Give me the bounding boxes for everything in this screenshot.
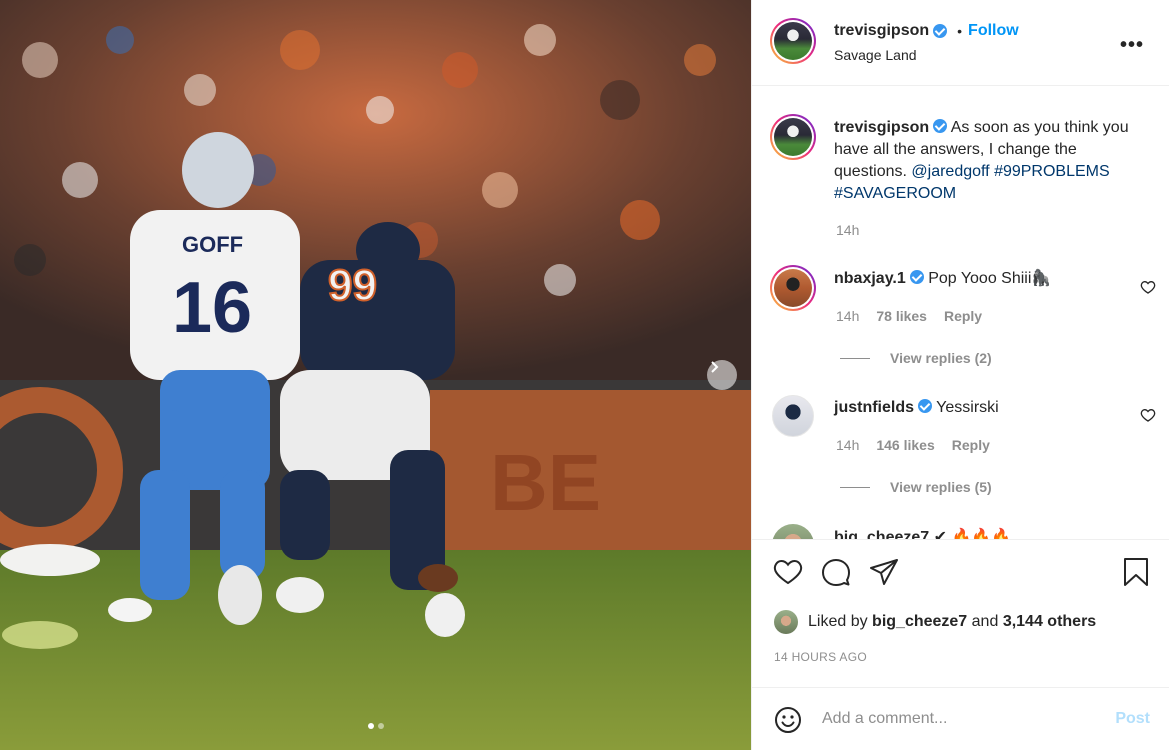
caption-avatar[interactable]: [770, 114, 816, 160]
svg-text:99: 99: [328, 261, 377, 310]
header-separator: •: [957, 23, 963, 39]
add-comment-bar: Post: [752, 687, 1169, 750]
post-header: trevisgipson • Follow Savage Land •••: [752, 0, 1169, 86]
svg-text:16: 16: [172, 268, 252, 348]
view-replies-label: View replies (2): [890, 350, 992, 366]
chevron-right-icon: [711, 361, 719, 373]
caption-username[interactable]: trevisgipson: [834, 119, 929, 136]
save-bookmark-icon[interactable]: [1120, 556, 1152, 588]
post-actions: Liked by big_cheeze7 and 3,144 others 14…: [752, 539, 1169, 687]
liked-by-user[interactable]: big_cheeze7: [872, 613, 967, 631]
liked-by-others[interactable]: 3,144 others: [1003, 613, 1096, 631]
more-options-icon[interactable]: •••: [1120, 34, 1144, 57]
verified-badge-icon: [909, 270, 924, 284]
liked-by-summary: Liked by big_cheeze7 and 3,144 others: [774, 610, 1096, 634]
follow-button[interactable]: Follow: [968, 22, 1019, 40]
liked-by-avatar[interactable]: [774, 610, 798, 634]
comment-avatar[interactable]: [772, 524, 814, 539]
comment-username[interactable]: justnfields: [834, 399, 914, 416]
verified-badge-icon: [933, 24, 948, 38]
svg-text:GOFF: GOFF: [182, 232, 243, 257]
comment-meta: 14h 78 likes Reply: [836, 308, 982, 324]
caption-mention[interactable]: @jaredgoff: [911, 163, 989, 180]
post-photo[interactable]: BE GOFF 16 99: [0, 0, 751, 750]
view-replies-label: View replies (5): [890, 479, 992, 495]
carousel-indicator: [0, 723, 751, 729]
comment-likes[interactable]: 78 likes: [876, 308, 927, 324]
carousel-dot-active: [367, 723, 374, 729]
replies-divider: [840, 357, 870, 359]
comment-avatar[interactable]: [772, 395, 814, 437]
liked-by-prefix: Liked by: [808, 613, 868, 630]
comment-avatar[interactable]: [770, 265, 816, 311]
caption-time[interactable]: 14h: [836, 222, 859, 238]
comment-time[interactable]: 14h: [836, 437, 859, 453]
comment-username[interactable]: nbaxjay.1: [834, 270, 906, 287]
share-send-icon[interactable]: [868, 556, 900, 588]
comment-text: nbaxjay.1 Pop Yooo Shiii🦍: [834, 268, 1154, 290]
comment-reply-button[interactable]: Reply: [944, 308, 982, 324]
like-comment-heart-icon[interactable]: [1140, 407, 1156, 423]
comment-body: Pop Yooo Shiii🦍: [928, 270, 1052, 287]
post-timestamp[interactable]: 14 HOURS AGO: [774, 650, 867, 664]
carousel-next-button[interactable]: [707, 360, 737, 390]
comment-bubble-icon[interactable]: [820, 556, 852, 588]
carousel-dot: [377, 723, 384, 729]
post-location[interactable]: Savage Land: [834, 47, 917, 63]
liked-by-and: and: [971, 613, 999, 630]
comment-body: Yessirski: [936, 399, 999, 416]
caption-hashtag-99problems[interactable]: #99PROBLEMS: [994, 163, 1110, 180]
svg-text:BE: BE: [490, 438, 601, 527]
caption-meta: 14h: [836, 222, 859, 238]
author-avatar[interactable]: [770, 18, 816, 64]
comment-text: justnfields Yessirski: [834, 397, 1154, 419]
comment-meta: 14h 146 likes Reply: [836, 437, 990, 453]
post-comment-button[interactable]: Post: [1115, 710, 1150, 728]
comment-text: big_cheeze7 ✔ 🔥🔥🔥: [834, 529, 1012, 539]
post-sidebar: trevisgipson • Follow Savage Land ••• tr…: [751, 0, 1169, 750]
comment-likes[interactable]: 146 likes: [876, 437, 934, 453]
add-comment-input[interactable]: [822, 706, 1092, 732]
author-username[interactable]: trevisgipson: [834, 22, 929, 40]
photo-illustration: BE GOFF 16 99: [0, 0, 751, 750]
emoji-smiley-icon[interactable]: [774, 706, 802, 734]
caption-hashtag-savageroom[interactable]: #SAVAGEROOM: [834, 185, 956, 202]
like-comment-heart-icon[interactable]: [1140, 279, 1156, 295]
caption-text: trevisgipson As soon as you think you ha…: [834, 117, 1154, 205]
replies-divider: [840, 486, 870, 488]
verified-badge-icon: [933, 119, 948, 133]
comment-time[interactable]: 14h: [836, 308, 859, 324]
like-heart-icon[interactable]: [772, 556, 804, 588]
comment-reply-button[interactable]: Reply: [952, 437, 990, 453]
view-replies-button[interactable]: View replies (5): [840, 479, 992, 495]
comments-list[interactable]: trevisgipson As soon as you think you ha…: [752, 87, 1169, 539]
view-replies-button[interactable]: View replies (2): [840, 350, 992, 366]
verified-badge-icon: [918, 399, 933, 413]
